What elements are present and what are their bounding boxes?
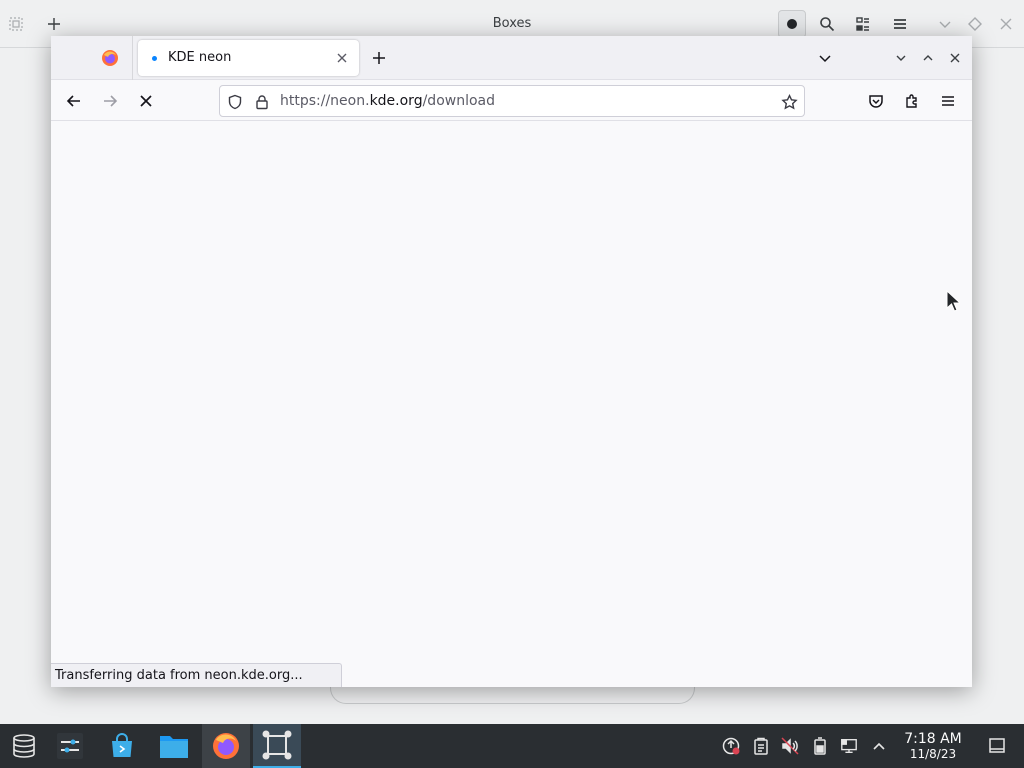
close-icon (950, 53, 960, 63)
plus-icon (48, 18, 60, 30)
digital-clock[interactable]: 7:18 AM 11/8/23 (898, 731, 968, 762)
pocket-icon (869, 95, 883, 108)
clipboard-icon[interactable] (752, 737, 770, 755)
close-icon (337, 53, 347, 63)
clock-date: 11/8/23 (909, 747, 957, 761)
maximize-button[interactable] (961, 10, 989, 38)
window-close-button[interactable] (945, 48, 965, 68)
sidebar-toggle-icon[interactable] (2, 10, 30, 38)
minimize-icon (896, 55, 906, 61)
stop-icon (140, 95, 152, 107)
record-icon (787, 19, 797, 29)
app-menu-button[interactable] (934, 87, 962, 115)
pocket-button[interactable] (862, 87, 890, 115)
taskbar: 7:18 AM 11/8/23 (0, 724, 1024, 768)
search-icon (820, 17, 835, 32)
lock-icon[interactable] (253, 93, 271, 111)
tray-expand-icon[interactable] (870, 737, 888, 755)
minimize-icon (939, 21, 951, 28)
close-icon (1000, 18, 1012, 30)
forward-icon (104, 95, 118, 107)
boxes-icon (262, 730, 292, 760)
list-all-tabs-button[interactable] (813, 46, 837, 70)
loading-indicator-icon (152, 56, 157, 61)
stop-button[interactable] (132, 87, 160, 115)
extensions-icon (906, 94, 917, 108)
dolphin-icon (160, 736, 188, 758)
battery-icon[interactable] (811, 737, 829, 755)
tab-title: KDE neon (168, 50, 232, 65)
new-box-button[interactable] (40, 10, 68, 38)
url-path: /download (422, 93, 496, 109)
minimize-button[interactable] (931, 10, 959, 38)
chevron-down-icon (819, 55, 831, 63)
taskbar-discover[interactable] (98, 724, 146, 768)
firefox-icon (101, 50, 118, 66)
window-minimize-button[interactable] (891, 48, 911, 68)
plus-icon (373, 52, 385, 64)
maximize-icon (923, 55, 933, 61)
new-tab-button[interactable] (367, 46, 391, 70)
record-button[interactable] (778, 10, 806, 38)
shield-icon[interactable] (226, 93, 244, 111)
maximize-icon (968, 17, 982, 31)
show-desktop-icon[interactable] (988, 737, 1006, 755)
forward-button[interactable] (96, 87, 124, 115)
url-bar[interactable]: https://neon.kde.org/download (219, 85, 805, 117)
star-icon[interactable] (780, 93, 798, 111)
menu-icon (894, 19, 906, 29)
pinned-tab[interactable] (87, 36, 133, 80)
select-icon (856, 17, 869, 31)
firefox-window: KDE neon https://neon.kde.org/download T… (51, 36, 972, 687)
url-host: kde.org (369, 93, 423, 109)
close-button[interactable] (992, 10, 1020, 38)
main-menu-button[interactable] (886, 10, 914, 38)
firefox-icon (213, 733, 239, 759)
back-icon (66, 95, 80, 107)
status-panel: Transferring data from neon.kde.org... (51, 663, 342, 687)
taskbar-dolphin[interactable] (150, 724, 198, 768)
taskbar-boxes[interactable] (253, 724, 301, 768)
app-launcher-button[interactable] (0, 724, 48, 768)
url-text: https://neon.kde.org/download (280, 93, 495, 109)
tab-bar: KDE neon (51, 36, 972, 80)
clock-time: 7:18 AM (904, 731, 962, 747)
page-content-area[interactable] (51, 121, 972, 687)
update-icon[interactable] (722, 737, 740, 755)
taskbar-firefox[interactable] (202, 724, 250, 768)
mouse-cursor-icon (946, 290, 960, 312)
system-settings-icon (57, 733, 83, 759)
back-button[interactable] (60, 87, 88, 115)
url-prefix: https://neon. (280, 93, 370, 109)
discover-icon (112, 733, 132, 757)
taskbar-system-settings[interactable] (46, 724, 94, 768)
tab-kde-neon[interactable]: KDE neon (138, 40, 359, 76)
window-maximize-button[interactable] (918, 48, 938, 68)
volume-muted-icon[interactable] (781, 737, 799, 755)
tab-close-button[interactable] (333, 49, 351, 67)
hamburger-menu-icon (942, 96, 954, 106)
network-icon[interactable] (840, 737, 858, 755)
select-button[interactable] (849, 10, 877, 38)
search-button[interactable] (813, 10, 841, 38)
app-launcher-icon (13, 734, 35, 758)
navigation-toolbar: https://neon.kde.org/download (51, 80, 972, 121)
extensions-button[interactable] (898, 87, 926, 115)
